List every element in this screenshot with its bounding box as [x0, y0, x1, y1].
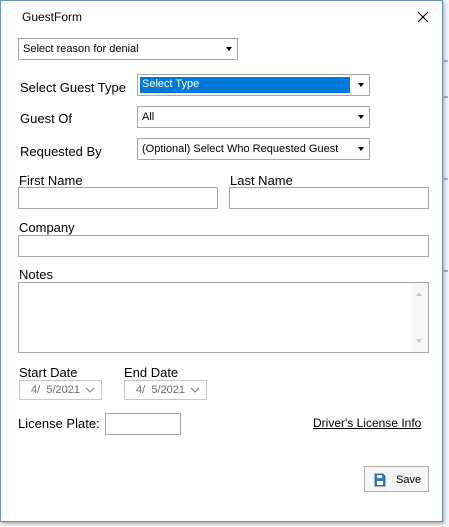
- scroll-down-icon[interactable]: [416, 339, 422, 343]
- guest-type-label: Select Guest Type: [20, 80, 126, 95]
- save-icon: [374, 473, 386, 487]
- notes-label: Notes: [19, 267, 53, 282]
- license-plate-label: License Plate:: [18, 416, 100, 431]
- denial-reason-value: Select reason for denial: [23, 43, 139, 55]
- background-app-strip: [442, 0, 449, 527]
- company-input[interactable]: [18, 235, 429, 257]
- notes-textarea[interactable]: [18, 282, 429, 353]
- requested-by-label: Requested By: [20, 144, 102, 159]
- close-button[interactable]: [413, 7, 433, 27]
- scroll-up-icon[interactable]: [416, 292, 422, 296]
- drivers-license-info-link[interactable]: Driver's License Info: [313, 416, 421, 430]
- guest-of-select[interactable]: All: [137, 106, 370, 128]
- window-title: GuestForm: [22, 10, 83, 24]
- close-icon: [417, 11, 429, 23]
- last-name-input[interactable]: [229, 187, 429, 209]
- last-name-label: Last Name: [230, 173, 293, 188]
- requested-by-select[interactable]: (Optional) Select Who Requested Guest: [137, 138, 370, 160]
- start-date-picker[interactable]: 4/ 5/2021: [19, 380, 102, 400]
- company-label: Company: [19, 220, 75, 235]
- start-date-value: 4/ 5/2021: [28, 384, 80, 396]
- guest-of-value: All: [142, 111, 155, 123]
- requested-by-value: (Optional) Select Who Requested Guest: [142, 143, 339, 155]
- background-mark: [444, 270, 448, 272]
- chevron-down-icon: [85, 387, 95, 393]
- chevron-down-icon: [226, 47, 232, 51]
- chevron-down-icon: [358, 115, 364, 119]
- guest-type-value: Select Type: [140, 77, 350, 93]
- first-name-label: First Name: [19, 173, 83, 188]
- title-bar[interactable]: GuestForm: [1, 1, 442, 33]
- chevron-down-icon: [358, 147, 364, 151]
- save-button[interactable]: Save: [364, 466, 429, 492]
- start-date-label: Start Date: [19, 365, 78, 380]
- guest-type-select[interactable]: Select Type: [137, 74, 370, 96]
- license-plate-input[interactable]: [105, 413, 181, 435]
- guest-of-label: Guest Of: [20, 111, 73, 126]
- save-label: Save: [396, 474, 422, 486]
- background-mark: [444, 96, 448, 98]
- chevron-down-icon: [358, 83, 364, 87]
- background-mark: [444, 178, 448, 180]
- chevron-down-icon: [190, 387, 200, 393]
- background-mark: [444, 60, 448, 62]
- end-date-value: 4/ 5/2021: [133, 384, 185, 396]
- end-date-label: End Date: [124, 365, 179, 380]
- end-date-picker[interactable]: 4/ 5/2021: [124, 380, 207, 400]
- denial-reason-select[interactable]: Select reason for denial: [18, 38, 238, 60]
- first-name-input[interactable]: [18, 187, 218, 209]
- guest-form-window: GuestForm Select reason for denial Selec…: [0, 0, 443, 522]
- notes-scrollbar[interactable]: [411, 283, 428, 352]
